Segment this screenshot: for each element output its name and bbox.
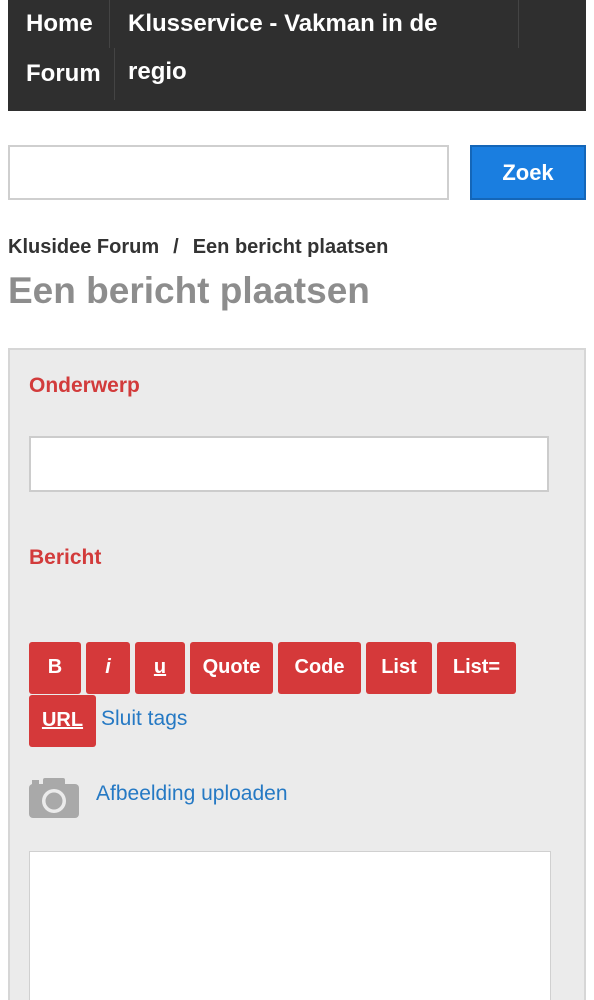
- quote-button[interactable]: Quote: [190, 642, 273, 694]
- ordered-list-button[interactable]: List=: [437, 642, 516, 694]
- code-button[interactable]: Code: [278, 642, 361, 694]
- list-button[interactable]: List: [366, 642, 432, 694]
- subject-input[interactable]: [29, 436, 549, 492]
- subject-label: Onderwerp: [29, 374, 140, 397]
- bold-button[interactable]: B: [29, 642, 81, 694]
- underline-button[interactable]: u: [135, 642, 185, 694]
- page-title: Een bericht plaatsen: [8, 270, 370, 311]
- camera-icon[interactable]: [29, 776, 79, 818]
- breadcrumb-separator: /: [173, 236, 179, 258]
- upload-image-link[interactable]: Afbeelding uploaden: [96, 782, 288, 806]
- url-button[interactable]: URL: [29, 695, 96, 747]
- message-label: Bericht: [29, 546, 102, 569]
- breadcrumb-current: Een bericht plaatsen: [192, 236, 389, 258]
- breadcrumb-forum-link[interactable]: Klusidee Forum: [8, 236, 159, 258]
- nav-klusservice-link[interactable]: Klusservice - Vakman in de regio: [110, 0, 519, 85]
- close-tags-link[interactable]: Sluit tags: [101, 707, 187, 731]
- breadcrumb: Klusidee Forum / Een bericht plaatsen: [8, 236, 388, 259]
- nav-home-link[interactable]: Home: [8, 0, 110, 48]
- message-textarea[interactable]: [29, 851, 551, 1000]
- nav-forum-link[interactable]: Forum: [8, 48, 115, 100]
- top-navigation: Home Klusservice - Vakman in de regio Fo…: [8, 0, 586, 111]
- search-button[interactable]: Zoek: [470, 145, 586, 200]
- post-form: Onderwerp Bericht B i u Quote Code List …: [8, 348, 586, 1000]
- italic-button[interactable]: i: [86, 642, 130, 694]
- search-input[interactable]: [8, 145, 449, 200]
